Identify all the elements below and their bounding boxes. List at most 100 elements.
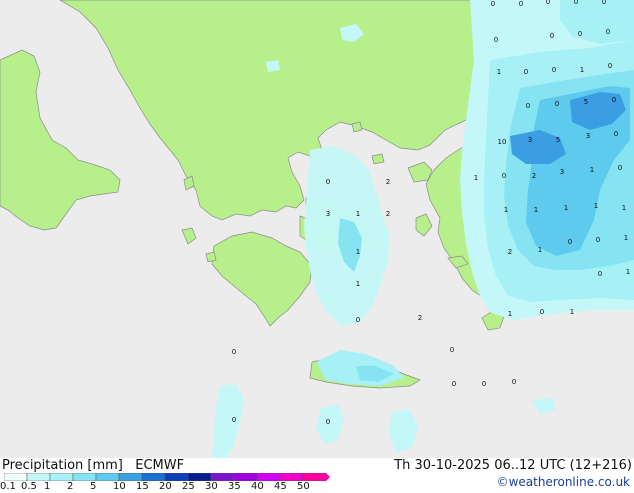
thasos-island <box>351 121 363 133</box>
map-title: Precipitation [mm] ECMWF <box>2 458 184 473</box>
precip-value: 0 <box>618 164 622 172</box>
scale-label: 5 <box>90 481 97 492</box>
precip-value: 0 <box>540 308 544 316</box>
scale-swatch <box>72 473 97 481</box>
scale-swatch <box>302 473 327 481</box>
precip-value: 0 <box>450 346 454 354</box>
scale-label: 35 <box>228 481 241 492</box>
precip-value: 3 <box>326 210 330 218</box>
scale-label: 25 <box>182 481 195 492</box>
precip-value: 0 <box>608 62 612 70</box>
run-info: Th 30-10-2025 06..12 UTC (12+216) <box>394 458 632 473</box>
precip-value: 2 <box>508 248 512 256</box>
precip-value: 1 <box>622 204 626 212</box>
precip-value: 2 <box>532 172 536 180</box>
precip-value: 1 <box>590 166 594 174</box>
precip-value: 0 <box>482 380 486 388</box>
precipitation-scale: 0.1 0.5 1 2 5 10 15 20 25 30 35 40 45 50 <box>0 473 330 492</box>
limnos-island <box>371 153 385 165</box>
precip-area-north-small <box>266 60 280 72</box>
precip-value: 0 <box>555 100 559 108</box>
zakynthos-island <box>205 251 217 263</box>
scale-swatch <box>4 473 28 481</box>
scale-swatch <box>279 473 304 481</box>
precip-value: 0 <box>232 416 236 424</box>
precip-value: 0 <box>502 172 506 180</box>
scale-label: 45 <box>274 481 287 492</box>
precip-value: 0 <box>491 0 495 8</box>
scale-label: 0.1 <box>0 481 16 492</box>
precip-value: 0 <box>550 32 554 40</box>
precip-value: 0 <box>326 178 330 186</box>
scale-swatch <box>187 473 212 481</box>
scale-label: 15 <box>136 481 149 492</box>
precip-value: 0 <box>452 380 456 388</box>
scale-arrow <box>326 473 330 481</box>
precip-value: 0 <box>602 0 606 6</box>
precip-value: 3 <box>560 168 564 176</box>
precip-value: 1 <box>624 234 628 242</box>
precip-value: 0 <box>356 316 360 324</box>
precip-value: 1 <box>356 248 360 256</box>
precip-value: 3 <box>528 136 532 144</box>
precip-value: 1 <box>538 246 542 254</box>
precip-value: 1 <box>534 206 538 214</box>
scale-swatch <box>256 473 281 481</box>
precip-value: 0 <box>578 30 582 38</box>
precip-value: 0 <box>552 66 556 74</box>
precip-value: 1 <box>504 206 508 214</box>
model-name: ECMWF <box>135 458 185 473</box>
precip-value: 5 <box>556 136 560 144</box>
scale-label: 2 <box>67 481 74 492</box>
precip-value: 2 <box>386 178 390 186</box>
precip-value: 0 <box>524 68 528 76</box>
precip-value: 0 <box>494 36 498 44</box>
scale-label: 0.5 <box>21 481 37 492</box>
precip-value: 3 <box>586 132 590 140</box>
scale-label: 50 <box>297 481 310 492</box>
precip-value: 2 <box>418 314 422 322</box>
credit-link[interactable]: ©weatheronline.co.uk <box>497 475 630 489</box>
precip-value: 1 <box>626 268 630 276</box>
scale-label: 1 <box>44 481 51 492</box>
scale-swatch <box>26 473 51 481</box>
precip-value: 0 <box>526 102 530 110</box>
scale-swatch <box>49 473 74 481</box>
precip-value: 0 <box>519 0 523 8</box>
scale-label: 40 <box>251 481 264 492</box>
scale-bar <box>4 473 330 481</box>
precip-value: 0 <box>232 348 236 356</box>
precip-value: 0 <box>512 378 516 386</box>
map-footer: Precipitation [mm] ECMWF Th 30-10-2025 0… <box>0 458 634 492</box>
scale-labels: 0.1 0.5 1 2 5 10 15 20 25 30 35 40 45 50 <box>0 481 334 493</box>
scale-swatch <box>210 473 235 481</box>
scale-swatch <box>118 473 143 481</box>
precip-value: 0 <box>326 418 330 426</box>
precip-value: 1 <box>580 66 584 74</box>
scale-label: 30 <box>205 481 218 492</box>
precip-value: 0 <box>568 238 572 246</box>
precip-value: 0 <box>546 0 550 6</box>
precip-value: 0 <box>598 270 602 278</box>
scale-label: 10 <box>113 481 126 492</box>
scale-swatch <box>95 473 120 481</box>
precip-value: 1 <box>497 68 501 76</box>
precip-value: 1 <box>356 210 360 218</box>
precip-value: 2 <box>386 210 390 218</box>
title-text: Precipitation [mm] <box>2 458 123 473</box>
precip-value: 0 <box>574 0 578 6</box>
precip-value: 1 <box>508 310 512 318</box>
scale-label: 20 <box>159 481 172 492</box>
scale-swatch <box>141 473 166 481</box>
precip-value: 0 <box>606 28 610 36</box>
scale-swatch <box>164 473 189 481</box>
precip-value: 1 <box>570 308 574 316</box>
precip-value: 0 <box>614 130 618 138</box>
precip-value: 1 <box>594 202 598 210</box>
precip-value: 5 <box>584 98 588 106</box>
precip-value: 1 <box>356 280 360 288</box>
precip-value: 1 <box>564 204 568 212</box>
precip-value: 10 <box>498 138 507 146</box>
precip-value: 0 <box>612 96 616 104</box>
precipitation-map: 0 0 0 0 00 0 0 01 0 0 1 00 0 5 010 3 5 3 01 0 2 3 1 01 1 1 1 12 10 0 1… <box>0 0 634 458</box>
